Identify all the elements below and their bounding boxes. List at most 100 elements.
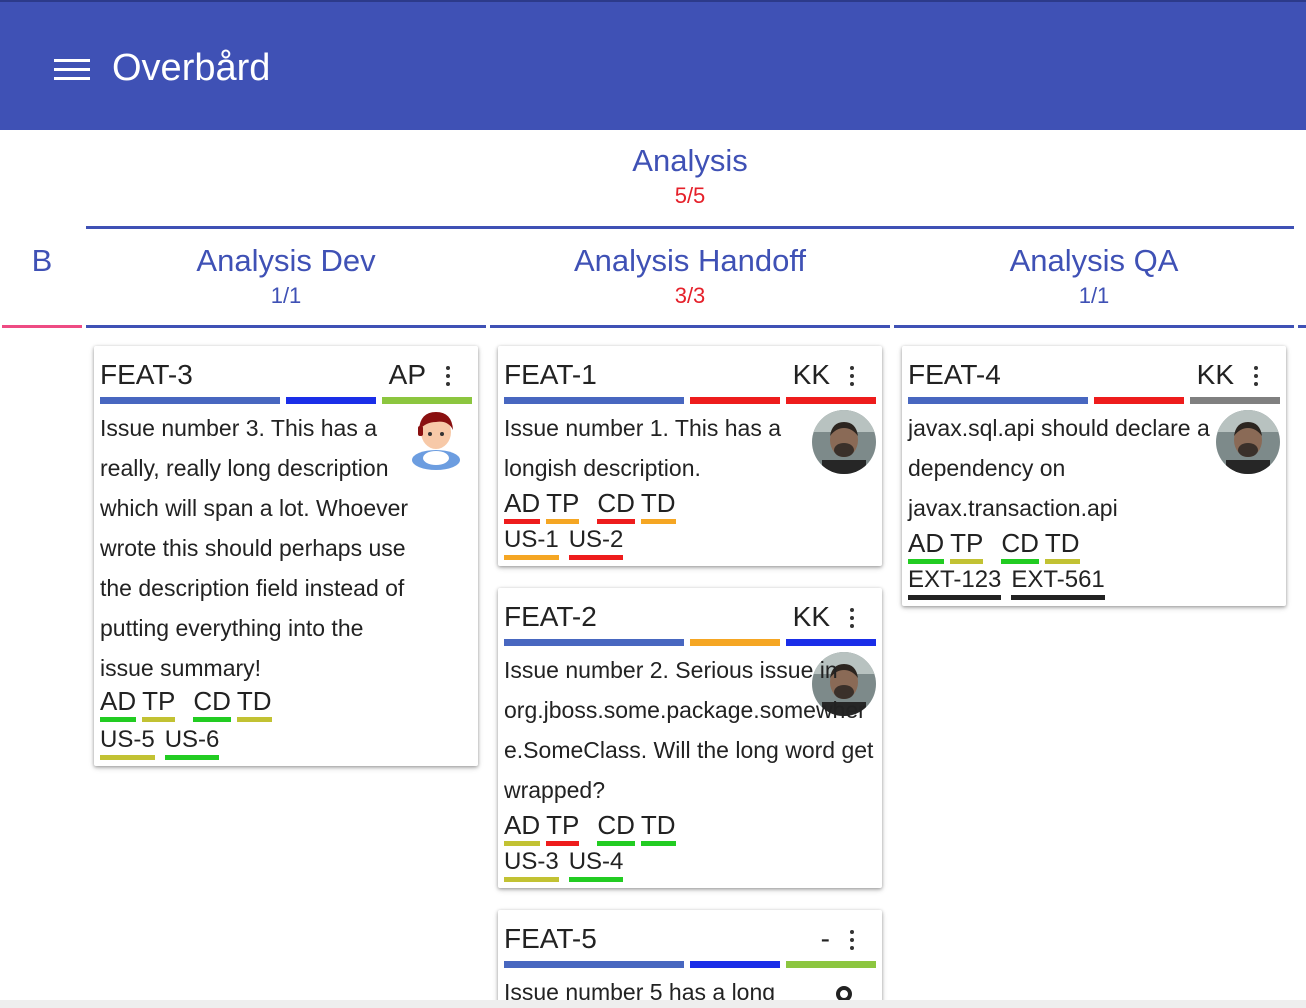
issue-card-feat-1[interactable]: FEAT-1 KK Issue number 1. This has a lon… [498,346,882,566]
issue-key[interactable]: FEAT-1 [504,358,597,392]
tag[interactable]: AD [504,810,541,846]
linked-issue-key: US-5 [100,726,155,753]
horizontal-scrollbar[interactable] [0,1000,1306,1008]
linked-issue-key: EXT-561 [1011,566,1105,593]
column-header-analysis-handoff[interactable]: Analysis Handoff 3/3 [490,242,890,310]
tag[interactable]: TP [546,488,580,524]
status-bar [690,639,780,646]
column-header-analysis-dev[interactable]: Analysis Dev 1/1 [86,242,486,310]
column-header-analysis-qa[interactable]: Analysis QA 1/1 [894,242,1294,310]
status-bar [786,639,876,646]
tag[interactable]: TP [142,686,176,722]
linked-issue[interactable]: US-5 [100,726,155,760]
tag-label: AD [100,686,137,716]
status-bar [100,397,280,404]
tag-label: TP [142,686,176,716]
state-tags: AD TP CD TD [100,686,278,722]
linked-issue[interactable]: EXT-123 [908,566,1002,600]
linked-issue[interactable]: EXT-561 [1011,566,1105,600]
menu-icon[interactable] [52,56,92,86]
linked-issue[interactable]: US-4 [568,848,624,882]
column-rule [1298,325,1306,328]
assignee-initials: KK [792,359,830,390]
issue-key[interactable]: FEAT-2 [504,600,597,634]
linked-issues: EXT-123 EXT-561 [908,566,1115,600]
linked-issues: US-3 US-4 [504,848,633,882]
tag-label: TP [546,488,580,518]
column-rule [86,325,486,328]
parent-state-rule [86,226,1294,229]
column-name: Analysis Dev [196,243,376,278]
tag[interactable]: CD [597,488,635,524]
tag-label: TP [546,810,580,840]
issue-summary: javax.sql.api should declare a dependenc… [908,415,1210,521]
issue-key[interactable]: FEAT-3 [100,358,193,392]
linked-issue[interactable]: US-3 [504,848,559,882]
status-bar [1190,397,1280,404]
tag[interactable]: TP [546,810,580,846]
tag-label: AD [504,810,541,840]
issue-card-feat-3[interactable]: FEAT-3 AP Issue number 3. This has a rea… [94,346,478,766]
tag[interactable]: CD [193,686,231,722]
more-vert-icon[interactable] [443,364,453,388]
linked-issue[interactable]: US-1 [504,526,559,560]
status-bar [690,397,780,404]
tag[interactable]: AD [504,488,541,524]
issue-card-feat-4[interactable]: FEAT-4 KK javax.sql.api should declare a… [902,346,1286,606]
parent-state-name: Analysis [632,143,748,178]
status-bar [786,961,876,968]
tag[interactable]: AD [908,528,945,564]
tag[interactable]: AD [100,686,137,722]
tag-label: AD [908,528,945,558]
app-title: Overbård [112,47,271,89]
board-page: Overbård Analysis 5/5 B Analysis Dev 1/1… [0,0,1306,1008]
issue-key[interactable]: FEAT-4 [908,358,1001,392]
issue-card-feat-2[interactable]: FEAT-2 KK Issue number 2. Serious issue … [498,588,882,888]
more-vert-icon[interactable] [847,606,857,630]
assignee-initials: AP [388,359,426,390]
tag[interactable]: CD [597,810,635,846]
tag-label: CD [597,810,635,840]
assignee-initials: KK [792,601,830,632]
tag-label: TD [640,488,676,518]
status-bar [908,397,1088,404]
column-name: Analysis QA [1009,243,1179,278]
column-rule [490,325,890,328]
status-bar [504,961,684,968]
status-bars [504,961,876,968]
more-vert-icon[interactable] [847,364,857,388]
status-bars [100,397,472,404]
column-count: 1/1 [1078,283,1110,308]
linked-issue[interactable]: US-2 [568,526,624,560]
more-vert-icon[interactable] [1251,364,1261,388]
status-bar [786,397,876,404]
tag[interactable]: TP [950,528,984,564]
status-bar [690,961,780,968]
tag[interactable]: TD [640,810,676,846]
status-bar [1094,397,1184,404]
tag[interactable]: CD [1001,528,1039,564]
column-count: 1/1 [270,283,302,308]
column-rule [894,325,1294,328]
backlog-header[interactable]: B [4,242,80,280]
linked-issues: US-5 US-6 [100,726,229,760]
more-vert-icon[interactable] [847,928,857,952]
tag[interactable]: TD [236,686,272,722]
backlog-label: B [31,243,53,278]
tag-label: TD [640,810,676,840]
issue-key[interactable]: FEAT-5 [504,922,597,956]
issue-card-feat-5[interactable]: FEAT-5 - Issue number 5 has a long [498,910,882,1008]
tag-label: CD [597,488,635,518]
status-bar [504,639,684,646]
linked-issues: US-1 US-2 [504,526,633,560]
photo-user-icon [1216,410,1280,474]
linked-issue-key: US-6 [164,726,220,753]
linked-issue-key: US-4 [568,848,624,875]
state-tags: AD TP CD TD [908,528,1086,564]
tag[interactable]: TD [640,488,676,524]
issue-summary: Issue number 2. Serious issue in org.jbo… [504,657,874,803]
parent-state-header: Analysis 5/5 [490,142,890,210]
status-bars [504,639,876,646]
linked-issue[interactable]: US-6 [164,726,220,760]
tag[interactable]: TD [1044,528,1080,564]
